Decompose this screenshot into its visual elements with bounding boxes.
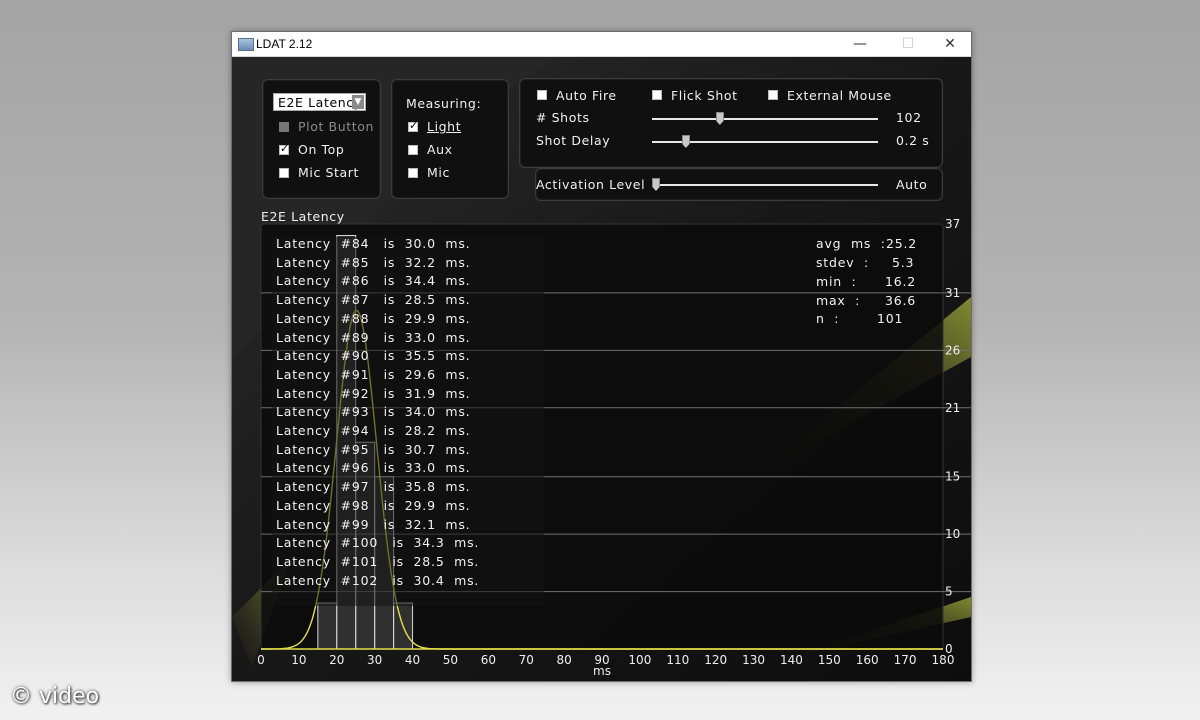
x-tick-label: 70 xyxy=(519,653,534,667)
latency-log-line: Latency #86 is 34.4 ms. xyxy=(276,273,471,289)
x-tick-label: 120 xyxy=(704,653,727,667)
x-tick-label: 60 xyxy=(481,653,496,667)
y-tick-label: 37 xyxy=(945,217,960,231)
x-tick-label: 130 xyxy=(742,653,765,667)
latency-log-line: Latency #92 is 31.9 ms. xyxy=(276,385,471,401)
latency-log-line: Latency #95 is 30.7 ms. xyxy=(276,441,471,457)
minimize-button[interactable]: — xyxy=(838,32,882,56)
x-tick-label: 100 xyxy=(628,653,651,667)
stat-stdev-value: 5.3 xyxy=(892,255,915,270)
y-tick-label: 26 xyxy=(945,343,960,357)
latency-log-line: Latency #93 is 34.0 ms. xyxy=(276,404,471,420)
stat-stdev-label: stdev : xyxy=(816,255,869,270)
ldat-window: LDAT 2.12 — ☐ ✕ E2E Latency ▼ Plot Butto… xyxy=(231,31,972,682)
x-tick-label: 20 xyxy=(329,653,344,667)
stat-max-value: 36.6 xyxy=(885,293,917,308)
latency-log-line: Latency #84 is 30.0 ms. xyxy=(276,236,471,251)
client-area: E2E Latency ▼ Plot Button On Top Mic Sta… xyxy=(232,57,971,681)
latency-log-line: Latency #101 is 28.5 ms. xyxy=(276,553,480,569)
x-axis-label: ms xyxy=(593,664,611,678)
close-button[interactable]: ✕ xyxy=(928,32,971,56)
stat-avg-value: 25.2 xyxy=(886,236,918,251)
x-tick-label: 10 xyxy=(291,653,306,667)
stat-max-label: max : xyxy=(816,293,861,308)
stat-n-value: 101 xyxy=(877,311,904,326)
y-tick-label: 10 xyxy=(945,527,960,541)
latency-log-line: Latency #91 is 29.6 ms. xyxy=(276,366,471,382)
x-tick-label: 110 xyxy=(666,653,689,667)
stat-avg-label: avg ms : xyxy=(816,236,886,251)
latency-log-line: Latency #96 is 33.0 ms. xyxy=(276,460,471,476)
maximize-button[interactable]: ☐ xyxy=(886,32,930,56)
stat-min-value: 16.2 xyxy=(885,274,917,289)
x-tick-label: 0 xyxy=(257,653,265,667)
y-tick-label: 21 xyxy=(945,401,960,415)
latency-log-line: Latency #99 is 32.1 ms. xyxy=(276,516,471,532)
latency-log-line: Latency #100 is 34.3 ms. xyxy=(276,535,480,551)
latency-log-line: Latency #87 is 28.5 ms. xyxy=(276,292,471,308)
x-tick-label: 180 xyxy=(932,653,955,667)
x-tick-label: 140 xyxy=(780,653,803,667)
x-tick-label: 80 xyxy=(556,653,571,667)
latency-log-line: Latency #97 is 35.8 ms. xyxy=(276,479,471,495)
x-tick-label: 150 xyxy=(818,653,841,667)
stat-min-label: min : xyxy=(816,274,857,289)
latency-log-line: Latency #89 is 33.0 ms. xyxy=(276,329,471,345)
histogram-bar xyxy=(317,602,338,650)
x-tick-label: 30 xyxy=(367,653,382,667)
y-tick-label: 15 xyxy=(945,470,960,484)
window-title: LDAT 2.12 xyxy=(256,37,313,51)
app-icon xyxy=(238,38,254,51)
title-bar: LDAT 2.12 — ☐ ✕ xyxy=(232,32,971,57)
latency-log-line: Latency #98 is 29.9 ms. xyxy=(276,497,471,513)
x-tick-label: 170 xyxy=(894,653,917,667)
latency-log-line: Latency #88 is 29.9 ms. xyxy=(276,310,471,326)
watermark-video: © video xyxy=(10,684,100,709)
latency-log-line: Latency #102 is 30.4 ms. xyxy=(276,572,480,588)
latency-log-line: Latency #94 is 28.2 ms. xyxy=(276,423,471,438)
x-tick-label: 160 xyxy=(856,653,879,667)
x-tick-label: 40 xyxy=(405,653,420,667)
x-tick-label: 50 xyxy=(443,653,458,667)
y-tick-label: 31 xyxy=(945,286,960,300)
latency-log-line: Latency #85 is 32.2 ms. xyxy=(276,254,471,270)
stat-n-label: n : xyxy=(816,311,840,326)
latency-log-line: Latency #90 is 35.5 ms. xyxy=(276,348,471,364)
y-tick-label: 5 xyxy=(945,585,953,599)
